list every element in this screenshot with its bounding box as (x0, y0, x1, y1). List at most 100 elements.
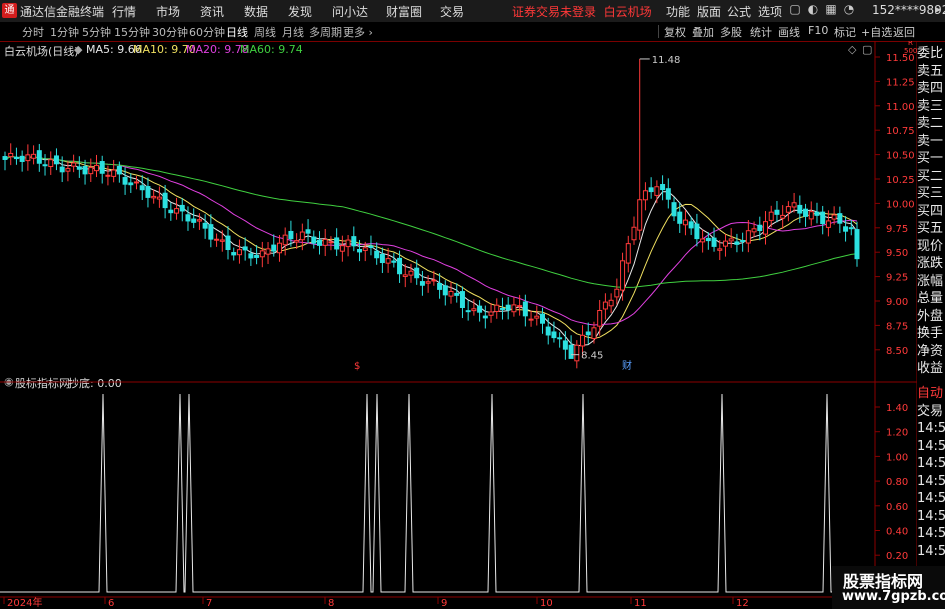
trade-panel-item[interactable]: 14:56 (917, 420, 945, 438)
candle-body (728, 238, 734, 242)
menu-discover[interactable]: 发现 (288, 3, 312, 20)
trade-panel-item[interactable]: 14:56 (917, 473, 945, 491)
menu-data[interactable]: 数据 (244, 3, 268, 20)
candle-body (694, 223, 700, 240)
quote-panel-item[interactable]: 卖五 (917, 63, 945, 81)
tool-restore-rights[interactable]: 复权 (664, 24, 686, 40)
tab-monthly[interactable]: 月线 (282, 24, 304, 40)
candle-body (116, 165, 122, 175)
candle-body (625, 243, 631, 264)
menu-wealth[interactable]: 财富圈 (386, 3, 422, 20)
finance-marker[interactable]: 财 (622, 359, 632, 372)
formula-button[interactable]: 公式 (727, 3, 751, 20)
candle-body (419, 281, 425, 286)
grid-icon[interactable]: ▦ (824, 2, 838, 18)
tool-back[interactable]: 返回 (893, 24, 915, 40)
quote-panel-item[interactable]: 买四 (917, 203, 945, 221)
sub-tick-label: 0.60 (886, 502, 908, 513)
user-icon[interactable]: ◔ (842, 2, 856, 18)
candle-body (36, 150, 42, 164)
candle-body (711, 237, 717, 247)
quote-panel-item[interactable]: 买三 (917, 185, 945, 203)
tool-overlay[interactable]: 叠加 (692, 24, 714, 40)
quote-panel-item[interactable]: 总量 (917, 290, 945, 308)
tab-daily[interactable]: 日线 (226, 24, 248, 40)
tab-weekly[interactable]: 周线 (254, 24, 276, 40)
tool-draw-line[interactable]: 画线 (778, 24, 800, 40)
quote-panel-item[interactable]: 买二 (917, 168, 945, 186)
candle-body (585, 331, 591, 336)
trade-panel-item[interactable]: 14:56 (917, 543, 945, 561)
candle-body (299, 231, 305, 241)
quote-panel-item[interactable]: 卖一 (917, 133, 945, 151)
trade-panel-item[interactable]: 交易 (917, 403, 945, 421)
options-button[interactable]: 选项 (758, 3, 782, 20)
quote-panel-item[interactable]: 买五 (917, 220, 945, 238)
candle-body (614, 288, 620, 298)
tool-add-watchlist[interactable]: +自选 (861, 24, 892, 40)
candle-body (402, 274, 408, 277)
candle-body (82, 166, 88, 175)
candle-body (660, 184, 666, 191)
trade-panel-item[interactable]: 14:56 (917, 525, 945, 543)
tab-5min[interactable]: 5分钟 (82, 24, 111, 40)
quote-panel-item[interactable]: 收益 (917, 360, 945, 378)
price-tick-label: 9.25 (886, 273, 908, 284)
quote-panel-item[interactable]: 净资 (917, 343, 945, 361)
tool-f10[interactable]: F10 (808, 24, 828, 37)
trade-panel-item[interactable]: 14:56 (917, 490, 945, 508)
price-tick-label: 9.00 (886, 297, 908, 308)
candle-body (425, 281, 431, 284)
quote-panel-item[interactable]: 卖二 (917, 115, 945, 133)
tab-30min[interactable]: 30分钟 (152, 24, 188, 40)
candle-body (505, 304, 511, 311)
trade-panel-item[interactable]: 自动 (917, 385, 945, 403)
menu-trade[interactable]: 交易 (440, 3, 464, 20)
candle-body (168, 209, 174, 214)
candle-body (202, 222, 208, 229)
candle-body (31, 153, 37, 159)
low-label: 8.45 (581, 351, 603, 362)
menu-news[interactable]: 资讯 (200, 3, 224, 20)
expand-icon[interactable]: ▸ (931, 2, 945, 18)
quote-panel-item[interactable]: 涨幅 (917, 273, 945, 291)
candle-body (665, 188, 671, 200)
candle-body (637, 199, 643, 231)
candle-body (254, 254, 260, 258)
menu-market[interactable]: 市场 (156, 3, 180, 20)
screenshot-icon[interactable]: ▢ (788, 2, 802, 18)
dividend-marker[interactable]: $ (354, 361, 360, 372)
candle-body (265, 248, 271, 255)
tool-mark[interactable]: 标记 (834, 24, 856, 40)
candle-body (642, 190, 648, 201)
trade-panel-item[interactable]: 14:56 (917, 438, 945, 456)
trade-panel-item[interactable]: 14:56 (917, 508, 945, 526)
tab-multi-period[interactable]: 多周期 (309, 24, 342, 40)
tab-15min[interactable]: 15分钟 (114, 24, 150, 40)
quote-panel-item[interactable]: 换手 (917, 325, 945, 343)
price-tick-label: 10.00 (886, 199, 915, 210)
quote-panel-item[interactable]: 现价 (917, 238, 945, 256)
quote-panel-item[interactable]: 买一 (917, 150, 945, 168)
quote-panel-item[interactable]: 外盘 (917, 308, 945, 326)
quote-panel-item[interactable]: 涨跌 (917, 255, 945, 273)
quote-panel-item[interactable]: 卖三 (917, 98, 945, 116)
kline-chart[interactable]: 11.5011.2511.0010.7510.5010.2510.009.759… (0, 41, 917, 609)
quote-panel-item[interactable]: 委比 (917, 45, 945, 63)
layout-button[interactable]: 版面 (697, 3, 721, 20)
menu-ask[interactable]: 问小达 (332, 3, 368, 20)
quote-panel-item[interactable]: 卖四 (917, 80, 945, 98)
quote-panel[interactable]: 委比 卖五 卖四 卖三 卖二 卖一 买一 买二 买三 买四 买五 现价 涨跌 涨幅 总量 外盘 换手 净资 收益 (917, 45, 945, 378)
tool-multi-stock[interactable]: 多股 (720, 24, 742, 40)
candle-body (71, 162, 77, 167)
menu-quotes[interactable]: 行情 (112, 3, 136, 20)
function-button[interactable]: 功能 (666, 3, 690, 20)
trade-panel[interactable]: 自动交易14:5614:5614:5614:5614:5614:5614:561… (917, 385, 945, 560)
skin-icon[interactable]: ◐ (806, 2, 820, 18)
tab-1min[interactable]: 1分钟 (50, 24, 79, 40)
tab-intraday[interactable]: 分时 (22, 24, 44, 40)
tool-statistics[interactable]: 统计 (750, 24, 772, 40)
tab-more[interactable]: 更多 › (343, 24, 373, 40)
trade-panel-item[interactable]: 14:56 (917, 455, 945, 473)
tab-60min[interactable]: 60分钟 (189, 24, 225, 40)
